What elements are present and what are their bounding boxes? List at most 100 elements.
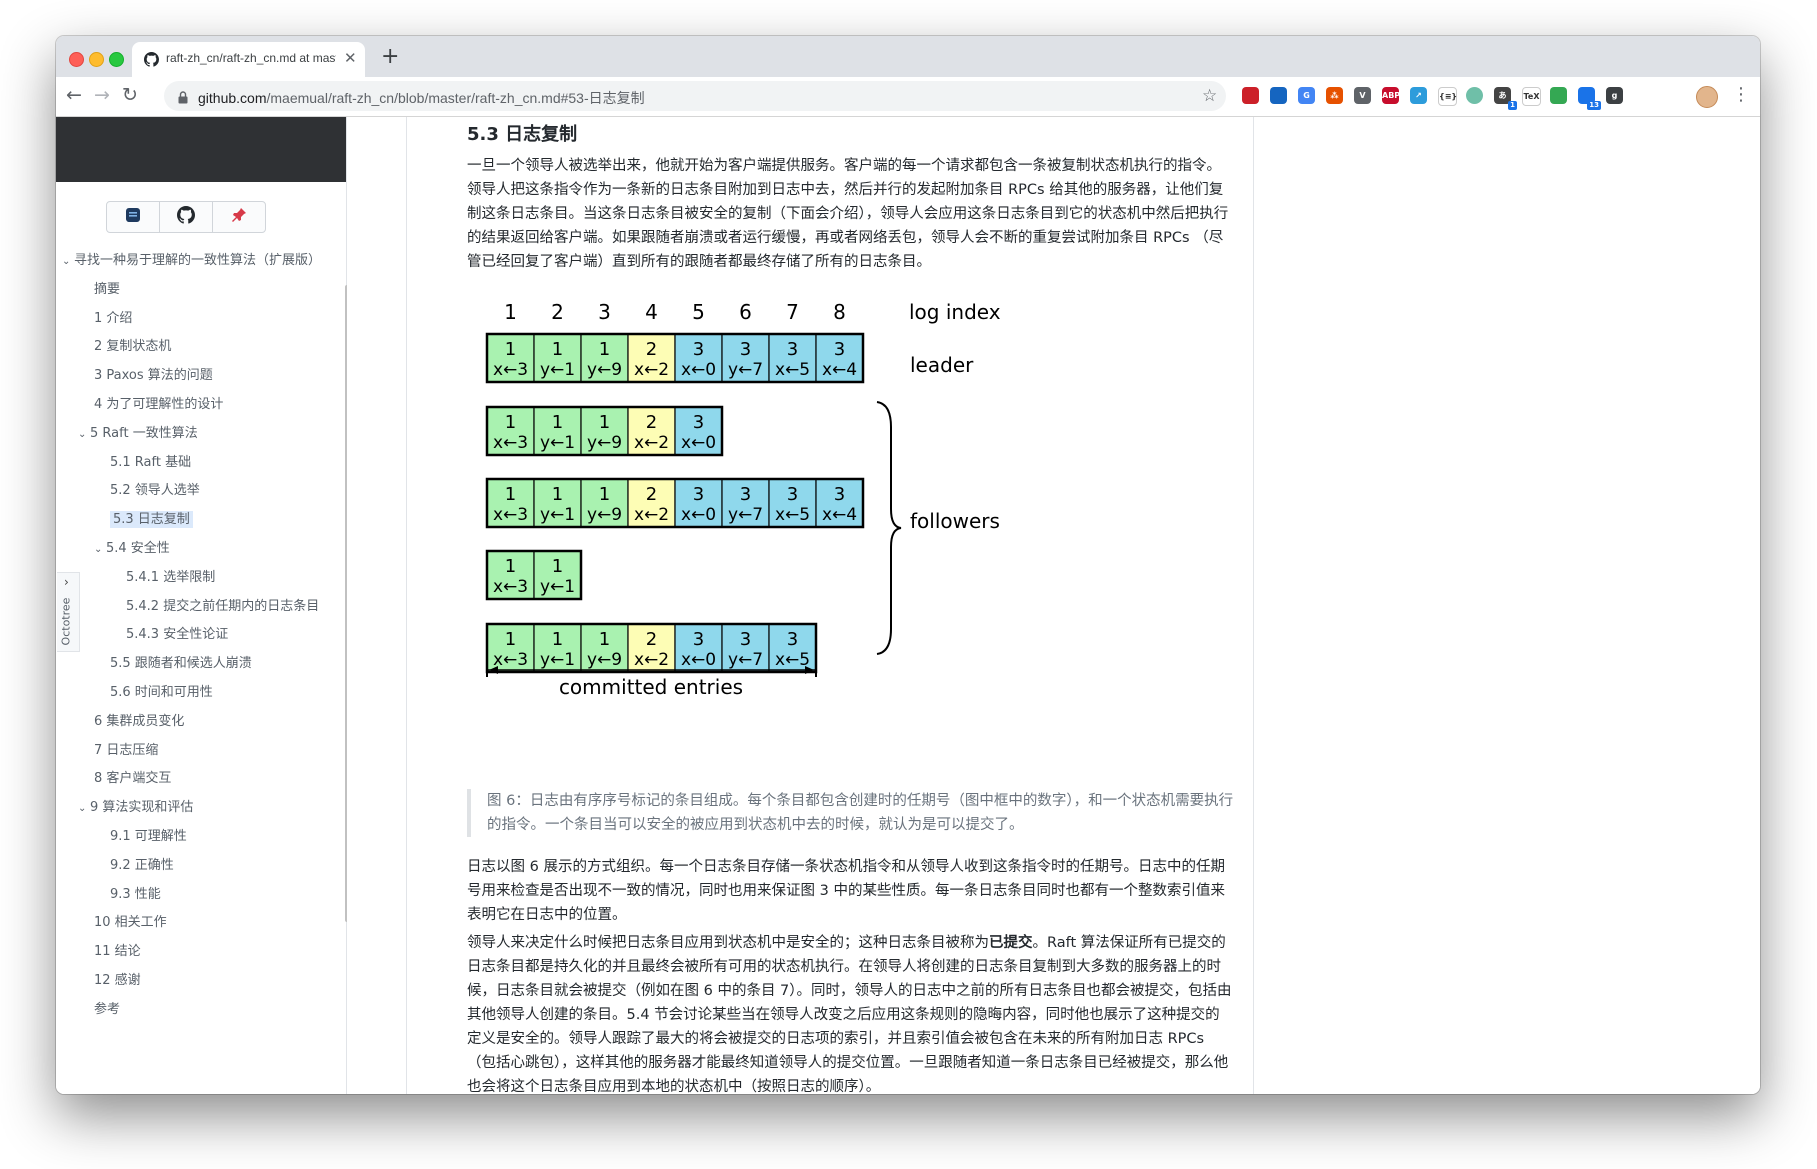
close-window-button[interactable] — [69, 52, 84, 67]
translate-badge-icon[interactable]: あ1 — [1494, 87, 1517, 110]
bookmark-star-icon[interactable]: ☆ — [1202, 86, 1217, 106]
tree-item-label: 10 相关工作 — [94, 915, 167, 931]
log-entry-term: 1 — [599, 484, 610, 505]
caret-down-icon[interactable]: ⌄ — [62, 256, 74, 267]
reload-icon[interactable]: ↻ — [122, 84, 138, 106]
tex-icon-glyph: TeX — [1523, 92, 1540, 101]
octotree-toggle-tab[interactable]: › Octotree — [57, 572, 80, 652]
main-content: 5.3 日志复制 一旦一个领导人被选举出来，他就开始为客户端提供服务。客户端的每… — [347, 117, 1760, 1094]
tree-item-label: 9.2 正确性 — [110, 857, 174, 873]
tree-item-label: 2 复制状态机 — [94, 339, 172, 355]
paragraph-3-rest: 。Raft 算法保证所有已提交的日志条目都是持久化的并且最终会被所有可用的状态机… — [467, 935, 1232, 1094]
tree-item[interactable]: 2 复制状态机 — [94, 335, 171, 354]
caret-down-icon[interactable]: ⌄ — [78, 803, 90, 814]
log-entry-term: 3 — [834, 339, 845, 360]
log-index-number: 2 — [551, 300, 564, 324]
tree-item[interactable]: 5.2 领导人选举 — [110, 479, 200, 498]
address-bar[interactable]: github.com/maemual/raft-zh_cn/blob/maste… — [164, 81, 1226, 111]
back-arrow-icon[interactable]: ← — [66, 84, 82, 106]
tree-item[interactable]: 5.5 跟随者和候选人崩溃 — [110, 652, 252, 671]
tree-item[interactable]: 9.2 正确性 — [110, 854, 174, 873]
log-entry-command: x←0 — [681, 360, 716, 380]
log-index-number: 1 — [504, 300, 517, 324]
grid-apps-icon[interactable]: 13 — [1578, 87, 1601, 110]
tree-item[interactable]: 摘要 — [94, 278, 120, 297]
g-icon[interactable]: g — [1606, 87, 1623, 104]
octotree-settings-button[interactable] — [106, 201, 160, 233]
log-entry-command: x←5 — [775, 650, 810, 670]
sidebar-header — [56, 117, 346, 182]
log-entry-term: 3 — [740, 629, 751, 650]
tree-item[interactable]: 5.4.3 安全性论证 — [126, 623, 228, 642]
log-entry-term: 3 — [787, 629, 798, 650]
markdown-article: 5.3 日志复制 一旦一个领导人被选举出来，他就开始为客户端提供服务。客户端的每… — [406, 117, 1254, 1094]
tree-item[interactable]: 1 介绍 — [94, 307, 132, 326]
vue-devtools-icon[interactable]: V — [1354, 87, 1371, 104]
tree-item[interactable]: ⌄ 寻找一种易于理解的一致性算法（扩展版） — [62, 249, 321, 268]
tree-item-label: 参考 — [94, 1001, 121, 1017]
log-entry-term: 2 — [646, 339, 657, 360]
browser-window: raft-zh_cn/raft-zh_cn.md at master ✕ + ←… — [56, 36, 1760, 1094]
green-circle-icon[interactable] — [1466, 87, 1483, 104]
log-entry-term: 1 — [505, 556, 516, 577]
tree-item[interactable]: 5.1 Raft 基础 — [110, 451, 191, 470]
direct-link-icon-glyph: ↗ — [1415, 91, 1422, 100]
tree-item[interactable]: ⌄ 5 Raft 一致性算法 — [78, 422, 198, 441]
tree-item[interactable]: 10 相关工作 — [94, 911, 167, 930]
follower-log: 1x←31y←11y←92x←23x←03y←73x←53x←4 — [485, 477, 865, 529]
log-entry-term: 2 — [646, 629, 657, 650]
tree-item[interactable]: 5.6 时间和可用性 — [110, 681, 213, 700]
new-tab-icon[interactable]: + — [381, 44, 399, 69]
tree-item-label: 5.4.2 提交之前任期内的日志条目 — [126, 598, 320, 614]
chevron-right-icon: › — [64, 575, 69, 589]
tree-item[interactable]: 参考 — [94, 998, 120, 1017]
tree-item[interactable]: 5.3 日志复制 — [110, 508, 193, 529]
tree-item[interactable]: 12 感谢 — [94, 969, 141, 988]
tree-item[interactable]: ⌄ 9 算法实现和评估 — [78, 796, 193, 815]
profile-avatar[interactable] — [1696, 86, 1718, 108]
close-tab-icon[interactable]: ✕ — [344, 49, 357, 67]
forward-arrow-icon[interactable]: → — [94, 84, 110, 106]
tree-item[interactable]: 8 客户端交互 — [94, 767, 171, 786]
log-entry-command: x←3 — [493, 360, 528, 380]
lastpass-icon[interactable] — [1242, 87, 1259, 104]
zoom-window-button[interactable] — [109, 52, 124, 67]
log-entry-term: 1 — [505, 629, 516, 650]
minimize-window-button[interactable] — [89, 52, 104, 67]
browser-tab[interactable]: raft-zh_cn/raft-zh_cn.md at master ✕ — [132, 42, 365, 77]
tree-item[interactable]: 5.4.1 选举限制 — [126, 566, 215, 585]
direct-link-icon[interactable]: ↗ — [1410, 87, 1427, 104]
log-index-number: 6 — [739, 300, 752, 324]
tree-item[interactable]: 7 日志压缩 — [94, 739, 158, 758]
graduation-cap-icon[interactable] — [1270, 87, 1287, 104]
tree-item-label: 5 Raft 一致性算法 — [90, 425, 198, 441]
tree-item[interactable]: 11 结论 — [94, 940, 141, 959]
google-translate-icon-glyph: G — [1303, 91, 1310, 100]
tree-item[interactable]: 5.4.2 提交之前任期内的日志条目 — [126, 595, 319, 614]
log-entry-command: y←1 — [540, 650, 575, 670]
caret-down-icon[interactable]: ⌄ — [94, 544, 106, 555]
adblock-plus-icon[interactable]: ABP — [1382, 87, 1400, 104]
google-translate-icon[interactable]: G — [1298, 87, 1315, 104]
more-menu-icon[interactable]: ⋮ — [1732, 84, 1750, 105]
tree-item[interactable]: 3 Paxos 算法的问题 — [94, 364, 213, 383]
github-button[interactable] — [159, 201, 213, 233]
tex-icon[interactable]: TeX — [1522, 87, 1541, 106]
log-entry-command: y←9 — [587, 360, 622, 380]
url-path: /maemual/raft-zh_cn/blob/master/raft-zh_… — [266, 90, 645, 106]
share-icon[interactable]: ⁂ — [1326, 87, 1343, 104]
pin-button[interactable] — [212, 201, 266, 233]
translate-badge-icon-glyph: あ — [1498, 91, 1507, 100]
tree-item[interactable]: 9.1 可理解性 — [110, 825, 187, 844]
tree-item[interactable]: 6 集群成员变化 — [94, 710, 184, 729]
json-formatter-icon[interactable]: {≡} — [1438, 87, 1457, 106]
tree-item[interactable]: 9.3 性能 — [110, 883, 161, 902]
github-icon — [177, 206, 195, 228]
tree-item[interactable]: ⌄ 5.4 安全性 — [94, 537, 170, 556]
caret-down-icon[interactable]: ⌄ — [78, 429, 90, 440]
log-entry-term: 3 — [693, 339, 704, 360]
log-entry-term: 3 — [693, 629, 704, 650]
tree-item-label: 4 为了可理解性的设计 — [94, 397, 224, 412]
chrome-grid-icon[interactable] — [1550, 87, 1567, 104]
tree-item[interactable]: 4 为了可理解性的设计 — [94, 393, 223, 412]
